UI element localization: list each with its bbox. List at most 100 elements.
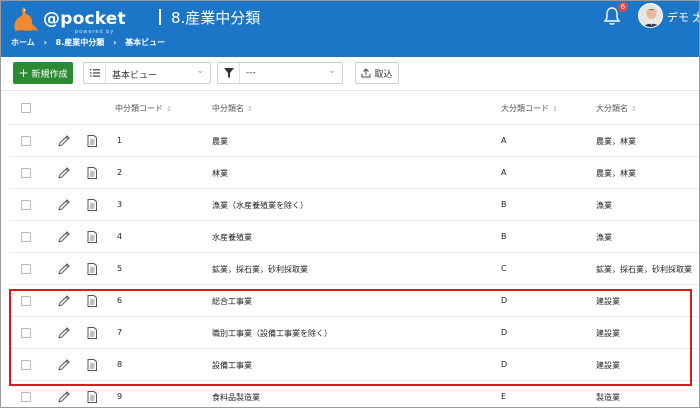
detail-document-icon[interactable] bbox=[85, 390, 99, 404]
header-divider bbox=[159, 9, 161, 25]
breadcrumb: ホーム › 8.産業中分類 › 基本ビュー bbox=[11, 37, 171, 48]
row-checkbox[interactable] bbox=[21, 232, 31, 242]
cell-major-name: 鉱業，採石業，砂利採取業 bbox=[596, 265, 692, 274]
cell-major-name: 漁業 bbox=[596, 233, 612, 242]
user-name[interactable]: デモ 太郎 bbox=[667, 9, 699, 25]
detail-document-icon[interactable] bbox=[85, 326, 99, 340]
detail-document-icon[interactable] bbox=[85, 166, 99, 180]
edit-pencil-icon[interactable] bbox=[57, 390, 71, 404]
kangaroo-logo-icon bbox=[14, 7, 38, 31]
import-button[interactable]: 取込 bbox=[355, 62, 399, 84]
cell-code: 3 bbox=[117, 200, 123, 209]
app-logo[interactable]: @pocket powered by bbox=[9, 5, 149, 35]
logo-subtext: powered by bbox=[75, 29, 115, 35]
list-icon bbox=[84, 63, 106, 83]
view-select-value: 基本ビュー bbox=[112, 71, 158, 81]
detail-document-icon[interactable] bbox=[85, 230, 99, 244]
row-checkbox[interactable] bbox=[21, 360, 31, 370]
table-header: 中分類コード ⇕ 中分類名 ⇕ 大分類コード ⇕ 大分類名 ⇕ bbox=[9, 91, 699, 125]
edit-pencil-icon[interactable] bbox=[57, 294, 71, 308]
cell-major-code: D bbox=[501, 296, 508, 305]
select-all-checkbox[interactable] bbox=[21, 103, 31, 113]
detail-document-icon[interactable] bbox=[85, 262, 99, 276]
detail-document-icon[interactable] bbox=[85, 358, 99, 372]
cell-code: 7 bbox=[117, 328, 123, 337]
app-window: @pocket powered by 8.産業中分類 6 デモ 太郎 ホーム ›… bbox=[0, 0, 700, 408]
sort-icon: ⇕ bbox=[552, 105, 558, 113]
table-row[interactable]: 9 食料品製造業 E 製造業 bbox=[9, 381, 699, 407]
cell-major-name: 建設業 bbox=[596, 361, 620, 370]
plus-icon: + bbox=[18, 66, 29, 80]
column-header-label: 中分類コード bbox=[115, 104, 163, 113]
breadcrumb-home[interactable]: ホーム bbox=[11, 38, 35, 47]
filter-select-value: --- bbox=[246, 68, 256, 78]
cell-name: 鉱業，採石業，砂利採取業 bbox=[212, 265, 308, 274]
cell-code: 5 bbox=[117, 264, 123, 273]
breadcrumb-separator: › bbox=[43, 38, 47, 47]
new-record-button[interactable]: + 新規作成 bbox=[13, 62, 73, 84]
cell-name: 水産養殖業 bbox=[212, 233, 252, 242]
cell-major-code: D bbox=[501, 360, 508, 369]
column-header-label: 大分類名 bbox=[596, 104, 628, 113]
cell-major-name: 農業，林業 bbox=[596, 169, 636, 178]
column-header-code[interactable]: 中分類コード ⇕ bbox=[115, 103, 172, 114]
sort-icon: ⇕ bbox=[166, 105, 172, 113]
row-checkbox[interactable] bbox=[21, 392, 31, 402]
cell-code: 2 bbox=[117, 168, 123, 177]
column-header-label: 中分類名 bbox=[212, 104, 244, 113]
sort-icon: ⇕ bbox=[631, 105, 637, 113]
edit-pencil-icon[interactable] bbox=[57, 166, 71, 180]
cell-code: 8 bbox=[117, 360, 123, 369]
edit-pencil-icon[interactable] bbox=[57, 198, 71, 212]
cell-code: 6 bbox=[117, 296, 123, 305]
cell-major-name: 漁業 bbox=[596, 201, 612, 210]
cell-major-name: 製造業 bbox=[596, 393, 620, 402]
user-photo-icon bbox=[639, 4, 662, 27]
table-row[interactable]: 2 林業 A 農業，林業 bbox=[9, 157, 699, 189]
table-row[interactable]: 4 水産養殖業 B 漁業 bbox=[9, 221, 699, 253]
cell-name: 総合工事業 bbox=[212, 297, 252, 306]
row-checkbox[interactable] bbox=[21, 296, 31, 306]
page-title: 8.産業中分類 bbox=[171, 9, 261, 27]
sort-icon: ⇕ bbox=[247, 105, 253, 113]
edit-pencil-icon[interactable] bbox=[57, 134, 71, 148]
breadcrumb-table[interactable]: 8.産業中分類 bbox=[56, 38, 105, 47]
cell-major-code: E bbox=[501, 392, 507, 401]
avatar[interactable] bbox=[638, 3, 663, 28]
cell-major-name: 農業，林業 bbox=[596, 137, 636, 146]
table-row[interactable]: 5 鉱業，採石業，砂利採取業 C 鉱業，採石業，砂利採取業 bbox=[9, 253, 699, 285]
edit-pencil-icon[interactable] bbox=[57, 358, 71, 372]
table-row[interactable]: 8 設備工事業 D 建設業 bbox=[9, 349, 699, 381]
column-header-major-code[interactable]: 大分類コード ⇕ bbox=[501, 103, 558, 114]
table-row[interactable]: 6 総合工事業 D 建設業 bbox=[9, 285, 699, 317]
cell-major-code: C bbox=[501, 264, 507, 273]
table-row[interactable]: 3 漁業（水産養殖業を除く） B 漁業 bbox=[9, 189, 699, 221]
cell-code: 9 bbox=[117, 392, 123, 401]
table-row[interactable]: 1 農業 A 農業，林業 bbox=[9, 125, 699, 157]
breadcrumb-view: 基本ビュー bbox=[125, 38, 166, 47]
row-checkbox[interactable] bbox=[21, 328, 31, 338]
app-header: @pocket powered by 8.産業中分類 6 デモ 太郎 ホーム ›… bbox=[1, 1, 699, 57]
column-header-major-name[interactable]: 大分類名 ⇕ bbox=[596, 103, 637, 114]
cell-major-name: 建設業 bbox=[596, 297, 620, 306]
edit-pencil-icon[interactable] bbox=[57, 262, 71, 276]
row-checkbox[interactable] bbox=[21, 200, 31, 210]
row-checkbox[interactable] bbox=[21, 264, 31, 274]
detail-document-icon[interactable] bbox=[85, 294, 99, 308]
edit-pencil-icon[interactable] bbox=[57, 326, 71, 340]
filter-icon bbox=[218, 63, 240, 83]
filter-select[interactable]: --- ⌄ bbox=[217, 62, 343, 84]
row-checkbox[interactable] bbox=[21, 136, 31, 146]
notification-badge: 6 bbox=[618, 2, 628, 12]
column-header-name[interactable]: 中分類名 ⇕ bbox=[212, 103, 253, 114]
detail-document-icon[interactable] bbox=[85, 198, 99, 212]
view-select[interactable]: 基本ビュー ⌄ bbox=[83, 62, 211, 84]
table-row[interactable]: 7 職別工事業（設備工事業を除く） D 建設業 bbox=[9, 317, 699, 349]
cell-major-code: B bbox=[501, 232, 507, 241]
edit-pencil-icon[interactable] bbox=[57, 230, 71, 244]
row-checkbox[interactable] bbox=[21, 168, 31, 178]
cell-major-code: B bbox=[501, 200, 507, 209]
cell-code: 4 bbox=[117, 232, 123, 241]
detail-document-icon[interactable] bbox=[85, 134, 99, 148]
cell-code: 1 bbox=[117, 136, 123, 145]
